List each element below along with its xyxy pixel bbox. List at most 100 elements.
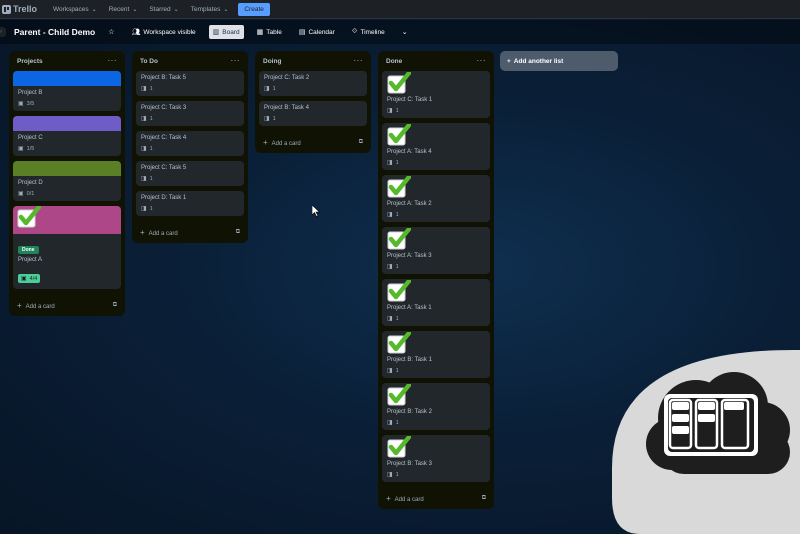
badge-count: 4/4 — [29, 275, 38, 282]
trello-logo[interactable]: Trello — [2, 4, 37, 14]
add-card-button[interactable]: + Add a card ⧉ — [136, 221, 244, 243]
checkmark-icon — [387, 227, 412, 250]
badge-count: 1 — [395, 367, 399, 374]
card-task[interactable]: Project C: Task 4 ◨ 1 — [136, 131, 244, 156]
nav-starred-label: Starred — [149, 5, 171, 13]
add-card-button[interactable]: + Add a card ⧉ — [259, 131, 367, 153]
card-title: Project C: Task 1 — [387, 97, 433, 103]
card-template-icon[interactable]: ⧉ — [359, 139, 363, 146]
card-template-icon[interactable]: ⧉ — [113, 302, 117, 309]
plus-icon: + — [17, 300, 22, 310]
card-task[interactable]: Project A: Task 3 ◨ 1 — [382, 227, 490, 274]
card-task[interactable]: Project C: Task 2 ◨ 1 — [259, 71, 367, 96]
checkmark-icon — [387, 331, 412, 354]
more-icon[interactable]: ··· — [477, 57, 487, 65]
child-board-icon: ◨ — [387, 316, 393, 322]
create-button[interactable]: Create — [238, 2, 270, 16]
card-task[interactable]: Project C: Task 5 ◨ 1 — [136, 161, 244, 186]
card-task[interactable]: Project B: Task 4 ◨ 1 — [259, 101, 367, 126]
checklist-badge: ▣ 1/5 — [18, 145, 116, 153]
card-template-icon[interactable]: ⧉ — [236, 229, 240, 236]
chevron-down-icon: ⌄ — [132, 6, 138, 13]
child-board-icon: ◨ — [141, 86, 147, 92]
child-badge: ◨ 1 — [387, 315, 485, 323]
add-card-button[interactable]: + Add a card ⧉ — [382, 487, 490, 509]
list-title[interactable]: Done — [386, 58, 402, 65]
view-timeline-button[interactable]: ⟐ Timeline — [348, 25, 389, 39]
card-task[interactable]: Project A: Task 4 ◨ 1 — [382, 123, 490, 170]
child-badge: ◨ 1 — [387, 107, 485, 115]
badge-count: 1 — [395, 471, 399, 478]
view-table-button[interactable]: ▦ Table — [253, 25, 286, 39]
plus-icon: + — [507, 57, 511, 65]
checkmark-icon — [387, 435, 412, 458]
top-nav: Trello Workspaces ⌄ Recent ⌄ Starred ⌄ Temp… — [0, 0, 800, 19]
plus-icon: + — [140, 227, 145, 237]
child-board-icon: ▣ — [18, 191, 24, 197]
card-task[interactable]: Project B: Task 2 ◨ 1 — [382, 383, 490, 430]
card-cover — [13, 116, 121, 131]
list-title[interactable]: Doing — [263, 58, 281, 65]
child-board-icon: ◨ — [387, 472, 393, 478]
add-list-button[interactable]: + Add another list — [500, 51, 618, 71]
card-task[interactable]: Project B: Task 5 ◨ 1 — [136, 71, 244, 96]
nav-templates-label: Templates — [190, 5, 221, 13]
nav-recent[interactable]: Recent ⌄ — [103, 6, 144, 13]
card-title: Project C: Task 2 — [264, 75, 310, 81]
list-title[interactable]: Projects — [17, 58, 43, 65]
card-task[interactable]: Project C: Task 3 ◨ 1 — [136, 101, 244, 126]
card-task[interactable]: Project A: Task 2 ◨ 1 — [382, 175, 490, 222]
card-title: Project B: Task 4 — [264, 105, 309, 111]
card-project-b[interactable]: Project B ▣ 3/5 — [13, 71, 121, 111]
more-icon[interactable]: ··· — [231, 57, 241, 65]
badge-count: 1 — [395, 419, 399, 426]
card-project-a[interactable]: Done Project A ▣ 4/4 — [13, 206, 121, 289]
child-badge: ◨ 1 — [141, 175, 239, 183]
add-card-label: Add a card — [271, 140, 301, 147]
nav-workspaces[interactable]: Workspaces ⌄ — [47, 6, 103, 13]
checklist-badge: ▣ 4/4 — [18, 274, 41, 283]
checkmark-icon — [387, 175, 412, 198]
more-icon[interactable]: ··· — [354, 57, 364, 65]
more-icon[interactable]: ··· — [108, 57, 118, 65]
child-board-icon: ▣ — [21, 276, 27, 282]
child-badge: ◨ 1 — [387, 159, 485, 167]
timeline-icon: ⟐ — [351, 28, 358, 35]
child-badge: ◨ 1 — [264, 115, 362, 123]
card-cover — [13, 161, 121, 176]
card-task[interactable]: Project B: Task 3 ◨ 1 — [382, 435, 490, 482]
checkmark-icon — [387, 123, 412, 146]
card-title: Project C: Task 4 — [141, 135, 187, 141]
nav-templates[interactable]: Templates ⌄ — [185, 6, 235, 13]
card-task[interactable]: Project A: Task 1 ◨ 1 — [382, 279, 490, 326]
child-board-icon: ◨ — [387, 420, 393, 426]
card-task[interactable]: Project C: Task 1 ◨ 1 — [382, 71, 490, 118]
plus-icon: + — [386, 493, 391, 503]
card-task[interactable]: Project B: Task 1 ◨ 1 — [382, 331, 490, 378]
card-template-icon[interactable]: ⧉ — [482, 495, 486, 502]
card-project-d[interactable]: Project D ▣ 0/1 — [13, 161, 121, 201]
view-table-label: Table — [266, 28, 282, 36]
card-title: Project C: Task 3 — [141, 105, 187, 111]
child-board-icon: ◨ — [264, 86, 270, 92]
visibility-button[interactable]: 👥︎ Workspace visible — [128, 25, 200, 39]
nav-recent-label: Recent — [108, 5, 130, 13]
card-title: Project A: Task 2 — [387, 201, 432, 207]
add-card-button[interactable]: + Add a card ⧉ — [13, 294, 121, 316]
child-badge: ◨ 1 — [387, 211, 485, 219]
list-title[interactable]: To Do — [140, 58, 158, 65]
badge-count: 3/5 — [26, 100, 35, 107]
card-task[interactable]: Project D: Task 1 ◨ 1 — [136, 191, 244, 216]
card-project-c[interactable]: Project C ▣ 1/5 — [13, 116, 121, 156]
view-board-button[interactable]: ▥ Board — [208, 25, 244, 39]
list-header: Projects ··· — [13, 51, 121, 71]
badge-count: 1 — [395, 159, 399, 166]
list-header: Done ··· — [382, 51, 490, 71]
more-views-button[interactable]: ⌄ — [398, 25, 412, 39]
view-calendar-button[interactable]: ▤ Calendar — [295, 25, 339, 39]
child-board-icon: ◨ — [264, 116, 270, 122]
list-doing: Doing ··· Project C: Task 2 ◨ 1 Project B:… — [255, 51, 371, 153]
nav-starred[interactable]: Starred ⌄ — [143, 6, 184, 13]
board-title[interactable]: Parent - Child Demo — [14, 27, 95, 37]
star-button[interactable]: ☆ — [104, 25, 118, 39]
